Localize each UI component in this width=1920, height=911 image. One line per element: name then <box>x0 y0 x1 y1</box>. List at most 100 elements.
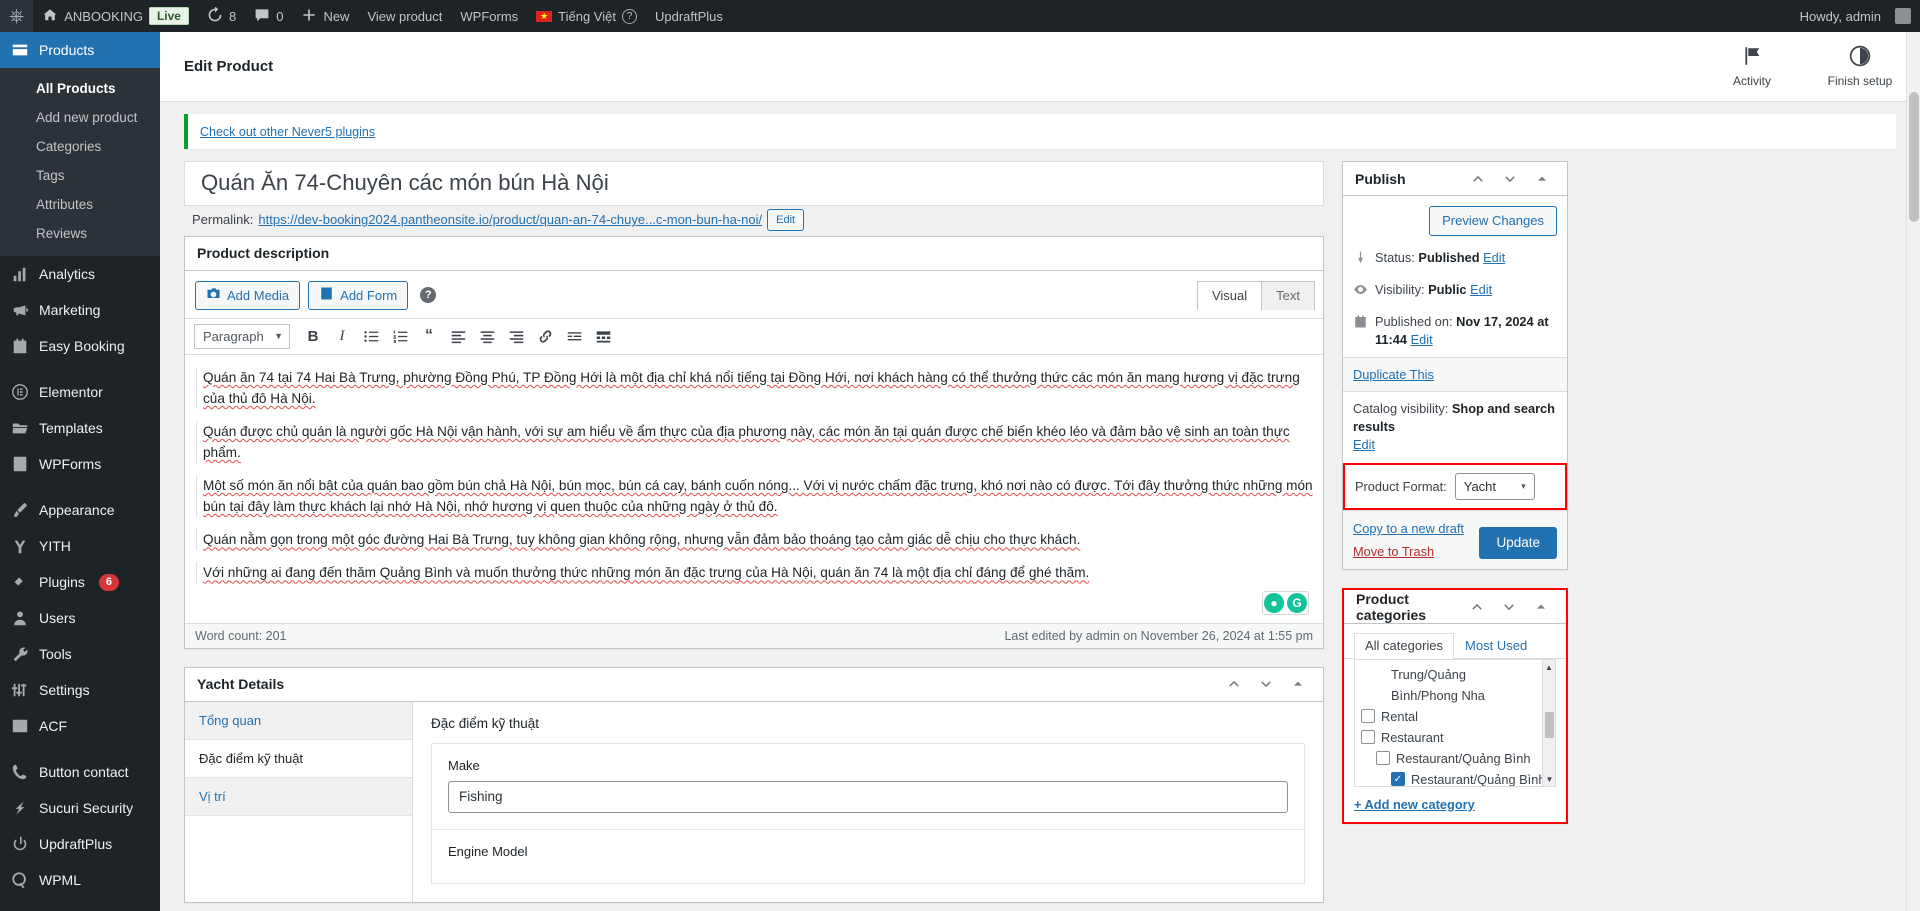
sidebar-item-yith[interactable]: YITH <box>0 528 160 564</box>
new-content-menu[interactable]: New <box>292 0 358 32</box>
sidebar-subitem-tags[interactable]: Tags <box>0 161 160 190</box>
paragraph-format-select[interactable]: Paragraph ▼ <box>194 323 290 349</box>
sidebar-item-acf[interactable]: ACF <box>0 708 160 744</box>
category-list-scrollbar[interactable]: ▲ ▼ <box>1542 660 1555 786</box>
tab-most-used[interactable]: Most Used <box>1454 633 1538 659</box>
align-right-icon[interactable] <box>503 324 529 349</box>
move-up-icon[interactable] <box>1465 166 1491 192</box>
wpforms-menu[interactable]: WPForms <box>451 0 527 32</box>
edit-catalog-link[interactable]: Edit <box>1353 437 1375 452</box>
category-checkbox-restaurant-quang-binh-dong-hoi[interactable]: ✓ <box>1391 772 1405 786</box>
list-item[interactable]: ✓ Restaurant/Quảng Bình/ <box>1361 769 1555 786</box>
update-button[interactable]: Update <box>1479 527 1557 559</box>
move-up-icon[interactable] <box>1464 594 1490 620</box>
add-form-button[interactable]: Add Form <box>308 280 409 310</box>
numbered-list-icon[interactable] <box>387 324 413 349</box>
sidebar-item-wpforms[interactable]: WPForms <box>0 446 160 482</box>
list-item[interactable]: Rental <box>1361 706 1555 727</box>
tab-all-categories[interactable]: All categories <box>1354 633 1455 659</box>
editor-content-area[interactable]: Quán ăn 74 tại 74 Hai Bà Trưng, phường Đ… <box>185 354 1323 623</box>
toolbar-toggle-icon[interactable] <box>590 324 616 349</box>
move-down-icon[interactable] <box>1497 166 1523 192</box>
activity-button[interactable]: Activity <box>1716 45 1788 88</box>
sidebar-item-button-contact[interactable]: Button contact <box>0 754 160 790</box>
yacht-tab-dac-diem-ky-thuat[interactable]: Đặc điểm kỹ thuật <box>185 739 412 778</box>
scroll-up-arrow-icon[interactable]: ▲ <box>1543 660 1555 674</box>
sidebar-item-templates[interactable]: Templates <box>0 410 160 446</box>
sidebar-subitem-attributes[interactable]: Attributes <box>0 190 160 219</box>
updates-menu[interactable]: 8 <box>198 0 245 32</box>
yacht-tab-vi-tri[interactable]: Vị trí <box>185 777 412 816</box>
toggle-panel-icon[interactable] <box>1528 594 1554 620</box>
permalink-url[interactable]: https://dev-booking2024.pantheonsite.io/… <box>258 212 762 227</box>
bulleted-list-icon[interactable] <box>358 324 384 349</box>
post-title-input[interactable] <box>193 165 1315 202</box>
yacht-tab-tong-quan[interactable]: Tổng quan <box>185 701 412 740</box>
grammarly-widget[interactable]: ● G <box>1262 590 1309 615</box>
sidebar-item-settings[interactable]: Settings <box>0 672 160 708</box>
make-field-input[interactable] <box>448 780 1288 813</box>
category-checkbox-restaurant-quang-binh[interactable] <box>1376 751 1390 765</box>
edit-visibility-link[interactable]: Edit <box>1470 282 1492 297</box>
edit-published-link[interactable]: Edit <box>1411 332 1433 347</box>
page-scrollbar[interactable] <box>1906 32 1920 911</box>
sidebar-subitem-add-new-product[interactable]: Add new product <box>0 103 160 132</box>
list-item[interactable]: Restaurant/Quảng Bình <box>1361 748 1555 769</box>
sidebar-item-users[interactable]: Users <box>0 600 160 636</box>
toggle-panel-icon[interactable] <box>1529 166 1555 192</box>
bold-icon[interactable]: B <box>300 324 326 349</box>
sidebar-subitem-all-products[interactable]: All Products <box>0 74 160 103</box>
align-left-icon[interactable] <box>445 324 471 349</box>
sidebar-item-tools[interactable]: Tools <box>0 636 160 672</box>
sidebar-subitem-categories[interactable]: Categories <box>0 132 160 161</box>
blockquote-icon[interactable]: “ <box>416 324 442 349</box>
help-icon[interactable]: ? <box>420 287 437 304</box>
move-down-icon[interactable] <box>1253 671 1279 697</box>
category-checklist[interactable]: Trung/Quảng Bình/Phong Nha Rental Restau… <box>1354 659 1556 787</box>
sidebar-item-wpml[interactable]: WPML <box>0 862 160 898</box>
sidebar-item-updraftplus[interactable]: UpdraftPlus <box>0 826 160 862</box>
add-new-category-link[interactable]: + Add new category <box>1354 797 1475 812</box>
view-product-link[interactable]: View product <box>358 0 451 32</box>
scroll-down-arrow-icon[interactable]: ▼ <box>1543 772 1555 786</box>
page-scrollbar-thumb[interactable] <box>1909 92 1919 222</box>
wp-logo-menu[interactable]: ⎈ <box>0 0 34 32</box>
sidebar-item-elementor[interactable]: Elementor <box>0 374 160 410</box>
language-menu[interactable]: ★ Tiếng Việt ? <box>527 0 646 32</box>
italic-icon[interactable]: I <box>329 324 355 349</box>
finish-setup-button[interactable]: Finish setup <box>1824 45 1896 88</box>
sidebar-item-sucuri-security[interactable]: Sucuri Security <box>0 790 160 826</box>
list-item[interactable]: Restaurant <box>1361 727 1555 748</box>
toggle-panel-icon[interactable] <box>1285 671 1311 697</box>
scrollbar-thumb[interactable] <box>1545 712 1554 738</box>
product-format-select[interactable]: Yacht ▾ <box>1454 473 1535 500</box>
updraftplus-menu[interactable]: UpdraftPlus <box>646 0 732 32</box>
add-media-button[interactable]: Add Media <box>195 280 301 310</box>
duplicate-this-link[interactable]: Duplicate This <box>1353 367 1434 382</box>
read-more-icon[interactable] <box>561 324 587 349</box>
sidebar-item-marketing[interactable]: Marketing <box>0 292 160 328</box>
tab-visual[interactable]: Visual <box>1196 280 1263 310</box>
sidebar-item-plugins[interactable]: Plugins 6 <box>0 564 160 600</box>
sidebar-item-products[interactable]: Products <box>0 32 160 68</box>
sidebar-item-easy-booking[interactable]: Easy Booking <box>0 328 160 364</box>
category-checkbox-restaurant[interactable] <box>1361 730 1375 744</box>
grammarly-icon[interactable]: G <box>1287 592 1307 613</box>
move-to-trash-link[interactable]: Move to Trash <box>1353 544 1464 559</box>
link-icon[interactable] <box>532 324 558 349</box>
my-account-menu[interactable]: Howdy, admin <box>1791 0 1920 32</box>
copy-to-new-draft-link[interactable]: Copy to a new draft <box>1353 521 1464 536</box>
question-circle-icon[interactable]: ? <box>621 8 637 24</box>
move-up-icon[interactable] <box>1221 671 1247 697</box>
category-checkbox-rental[interactable] <box>1361 709 1375 723</box>
sidebar-subitem-reviews[interactable]: Reviews <box>0 219 160 248</box>
preview-changes-button[interactable]: Preview Changes <box>1429 206 1557 236</box>
move-down-icon[interactable] <box>1496 594 1522 620</box>
grammarly-assistant-icon[interactable]: ● <box>1264 592 1284 613</box>
comments-menu[interactable]: 0 <box>245 0 292 32</box>
align-center-icon[interactable] <box>474 324 500 349</box>
edit-status-link[interactable]: Edit <box>1483 250 1505 265</box>
sidebar-item-appearance[interactable]: Appearance <box>0 492 160 528</box>
tab-text[interactable]: Text <box>1261 280 1315 310</box>
sidebar-item-analytics[interactable]: Analytics <box>0 256 160 292</box>
